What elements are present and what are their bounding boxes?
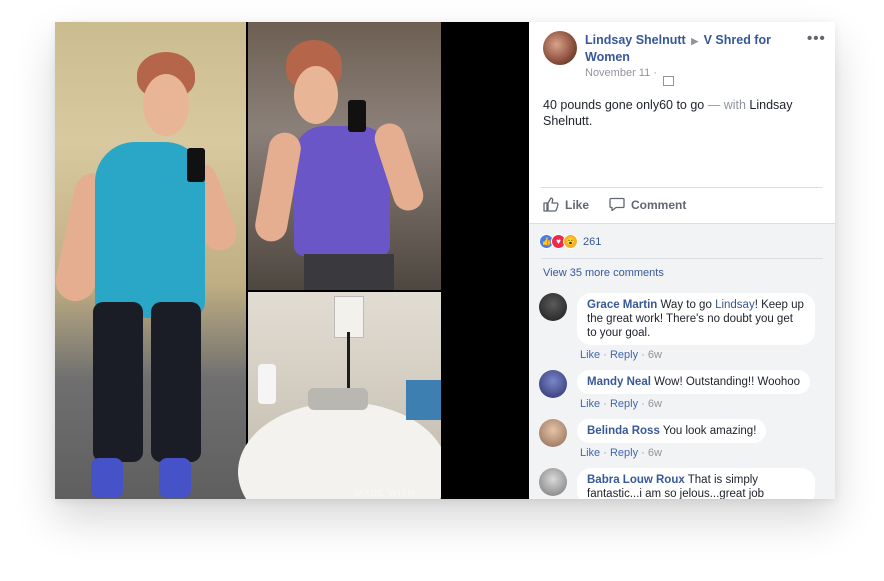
comment-time[interactable]: 6w: [648, 349, 662, 361]
faucet: [308, 388, 368, 410]
comment-like-link[interactable]: Like: [580, 349, 600, 361]
commenter-avatar[interactable]: [539, 468, 567, 496]
bottle: [258, 364, 276, 404]
post-body-text: 40 pounds gone only60 to go: [543, 98, 705, 112]
comment-like-link[interactable]: Like: [580, 398, 600, 410]
comment-text: Way to go: [657, 299, 716, 311]
phone: [348, 100, 366, 132]
comment-meta: Like · Reply · 6w: [580, 447, 662, 459]
wow-icon: 😮: [563, 234, 578, 249]
figure-shoe: [91, 458, 123, 498]
mention-link[interactable]: Lindsay: [715, 299, 755, 311]
reactions-summary[interactable]: 👍 ♥ 😮 261: [539, 234, 601, 249]
comment-item: Babra Louw Roux That is simply fantastic…: [539, 468, 829, 499]
comment-bubble: Grace Martin Way to go Lindsay! Keep up …: [577, 293, 815, 345]
comment-bubble: Babra Louw Roux That is simply fantastic…: [577, 468, 815, 499]
post-card: MADE WITH Lindsay Shelnutt ▶ V Shred for…: [55, 22, 835, 499]
post-body: 40 pounds gone only60 to go — with Linds…: [543, 97, 813, 129]
reaction-count: 261: [583, 235, 602, 248]
post-header: Lindsay Shelnutt ▶ V Shred for Women: [585, 32, 785, 65]
comment-like-link[interactable]: Like: [580, 447, 600, 459]
comment-text: You look amazing!: [659, 425, 757, 437]
commenter-name[interactable]: Belinda Ross: [587, 425, 660, 437]
view-more-comments-link[interactable]: View 35 more comments: [543, 267, 664, 279]
figure-leg: [151, 302, 201, 462]
phone: [187, 148, 205, 182]
post-date-text[interactable]: November 11 ·: [585, 67, 657, 79]
divider: [541, 258, 823, 259]
post-photo[interactable]: MADE WITH: [55, 22, 529, 499]
figure-head: [143, 74, 189, 136]
comment-bubble: Belinda Ross You look amazing!: [577, 419, 767, 443]
comment-item: Belinda Ross You look amazing! Like · Re…: [539, 419, 829, 459]
comment-reply-link[interactable]: Reply: [610, 398, 638, 410]
bathroom-panel: [238, 292, 448, 499]
comment-reply-link[interactable]: Reply: [610, 447, 638, 459]
figure-leg: [93, 302, 143, 462]
thumbs-up-icon: [543, 197, 559, 212]
comment-time[interactable]: 6w: [648, 398, 662, 410]
divider: [541, 187, 823, 188]
after-photo-panel: [248, 22, 441, 290]
commenter-name[interactable]: Grace Martin: [587, 299, 657, 311]
comment-label: Comment: [631, 197, 687, 212]
audience-icon: .: [663, 76, 674, 86]
triangle-right-icon: ▶: [691, 36, 699, 46]
post-actions: Like Comment: [543, 197, 686, 212]
more-options-button[interactable]: •••: [807, 30, 826, 47]
comments-section: 👍 ♥ 😮 261 View 35 more comments Grace Ma…: [529, 223, 835, 499]
with-text: — with: [704, 98, 750, 112]
comment-reply-link[interactable]: Reply: [610, 349, 638, 361]
figure-head: [294, 66, 338, 124]
commenter-avatar[interactable]: [539, 370, 567, 398]
comment-item: Grace Martin Way to go Lindsay! Keep up …: [539, 293, 829, 361]
comment-meta: Like · Reply · 6w: [580, 349, 662, 361]
comment-bubble: Mandy Neal Wow! Outstanding!! Woohoo: [577, 370, 811, 394]
commenter-name[interactable]: Babra Louw Roux: [587, 474, 685, 486]
post-date: November 11 · .: [585, 67, 674, 86]
figure-shoe: [159, 458, 191, 498]
blue-box: [406, 380, 442, 420]
post-sidebar: Lindsay Shelnutt ▶ V Shred for Women Nov…: [529, 22, 835, 499]
comment-text: Wow! Outstanding!! Woohoo: [650, 376, 801, 388]
author-avatar[interactable]: [543, 31, 577, 65]
commenter-avatar[interactable]: [539, 293, 567, 321]
commenter-avatar[interactable]: [539, 419, 567, 447]
photo-watermark: MADE WITH: [355, 488, 416, 498]
comment-time[interactable]: 6w: [648, 447, 662, 459]
photo-letterbox: [441, 22, 529, 499]
speech-bubble-icon: [609, 197, 625, 212]
comment-button[interactable]: Comment: [609, 197, 686, 212]
comment-meta: Like · Reply · 6w: [580, 398, 662, 410]
commenter-name[interactable]: Mandy Neal: [587, 376, 651, 388]
before-photo-panel: [55, 22, 246, 499]
author-name[interactable]: Lindsay Shelnutt: [585, 33, 686, 47]
like-label: Like: [565, 197, 590, 212]
comment-item: Mandy Neal Wow! Outstanding!! Woohoo Lik…: [539, 370, 829, 410]
figure-pants: [304, 254, 394, 290]
like-button[interactable]: Like: [543, 197, 589, 212]
